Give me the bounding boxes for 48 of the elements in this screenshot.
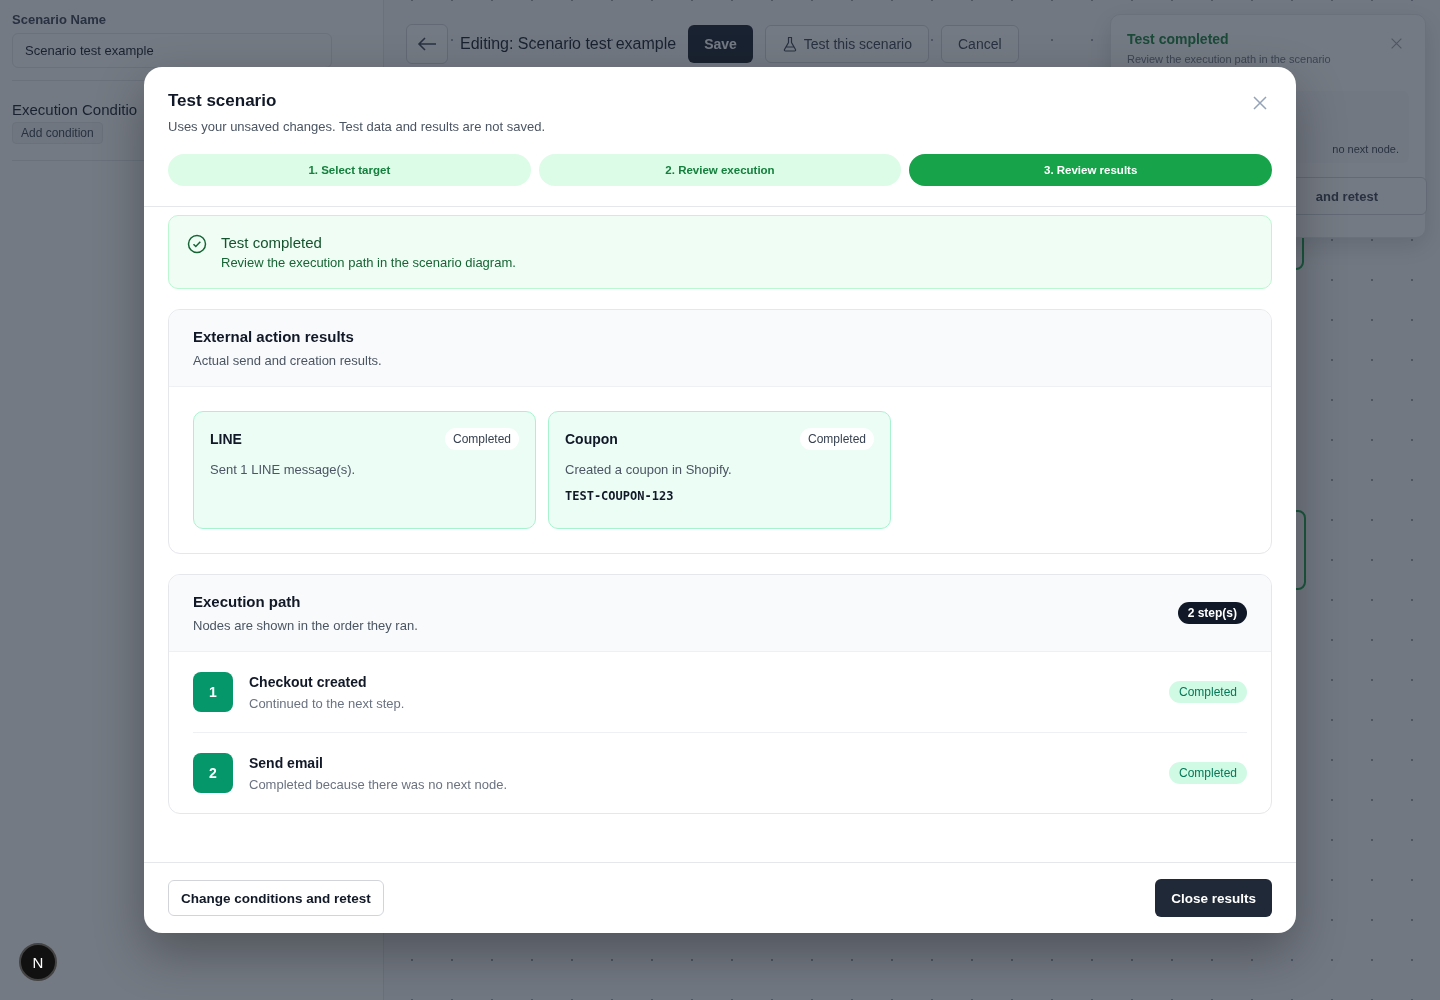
status-badge: Completed: [799, 428, 874, 450]
action-name: LINE: [210, 431, 242, 447]
editor-title: Editing: Scenario test example: [460, 35, 677, 53]
back-button[interactable]: [406, 24, 448, 64]
flask-icon: [781, 36, 798, 52]
step-number: 1: [193, 672, 233, 712]
card-title: External action results: [193, 328, 355, 345]
close-button[interactable]: [1390, 37, 1403, 50]
toast-title: Test completed: [1127, 31, 1229, 47]
close-icon: [1390, 37, 1403, 50]
card-subtitle: Nodes are shown in the order they ran.: [193, 618, 418, 633]
step-tab[interactable]: 1. Select target: [168, 154, 531, 186]
scenario-name-field[interactable]: Scenario test example: [12, 33, 332, 68]
action-message: Created a coupon in Shopify.: [565, 462, 733, 477]
action-message: Sent 1 LINE message(s).: [210, 462, 357, 477]
step-detail: Continued to the next step.: [249, 695, 406, 711]
banner-message: Review the execution path in the scenario diagram.: [221, 255, 516, 270]
field-label: Scenario Name: [12, 12, 107, 27]
action-name: Coupon: [565, 431, 618, 447]
card-title: Execution path: [193, 593, 302, 610]
dialog-subtitle: Uses your unsaved changes. Test data and results are not saved.: [168, 119, 546, 134]
cancel-button[interactable]: Cancel: [941, 25, 1019, 63]
status-badge: Completed: [444, 428, 519, 450]
close-icon: [1252, 95, 1268, 111]
step-count-badge: 2 step(s): [1177, 602, 1247, 624]
check-circle-icon: [187, 234, 207, 254]
step-detail: Completed because there was no next node.: [249, 776, 508, 792]
close-button[interactable]: [1252, 95, 1268, 111]
card-subtitle: Actual send and creation results.: [193, 353, 382, 368]
step-tab[interactable]: 2. Review execution: [538, 154, 902, 186]
status-badge: Completed: [1168, 681, 1247, 703]
dev-badge[interactable]: N: [19, 943, 57, 981]
save-button[interactable]: Save: [688, 25, 753, 63]
retest-button[interactable]: Change conditions and retest: [168, 880, 384, 916]
dialog-title: Test scenario: [168, 91, 277, 111]
step-number: 2: [193, 753, 233, 793]
step-tab[interactable]: 3. Review results: [909, 154, 1272, 186]
close-results-button[interactable]: Close results: [1155, 879, 1272, 917]
status-badge: Completed: [1168, 762, 1247, 784]
arrow-left-icon: [417, 36, 437, 52]
add-condition-button[interactable]: Add condition: [12, 122, 103, 144]
test-button[interactable]: Test this scenario: [764, 25, 929, 63]
coupon-code: TEST-COUPON-123: [565, 489, 675, 503]
step-name: Send email: [249, 754, 324, 771]
section-heading: Execution Conditio: [12, 101, 138, 118]
toast-detail: no next node.: [1332, 143, 1399, 155]
step-name: Checkout created: [249, 673, 368, 690]
banner-title: Test completed: [221, 234, 323, 251]
